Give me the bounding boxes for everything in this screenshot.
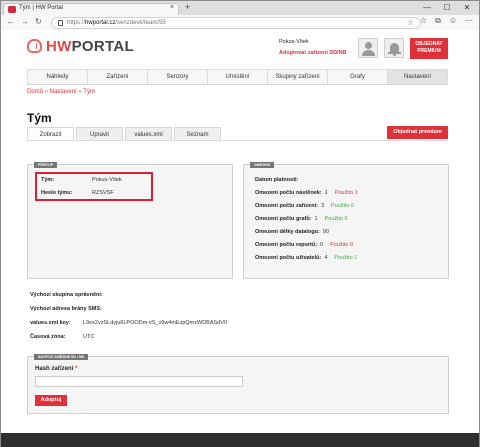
tab-seznam[interactable]: Seznam (174, 127, 221, 141)
valid-until-label: Datum platnosti: (255, 177, 299, 183)
timezone-label: Časová zóna: (30, 334, 66, 340)
tab-upravit[interactable]: Upravit (76, 127, 123, 141)
menu-item-skupiny-zarizeni[interactable]: Skupiny zařízení (268, 69, 328, 84)
minimize-icon[interactable]: — (417, 1, 437, 14)
menu-item-grafy[interactable]: Grafy (328, 69, 388, 84)
browser-chrome: Tým | HW Portal × + — ☐ ✕ ← → ↻ https://… (0, 0, 480, 31)
user-button[interactable] (358, 38, 378, 58)
browser-extras: ☆ ⧉ ☺ ⋯ (420, 16, 473, 26)
default-group-label: Výchozí skupina oprávnění: (30, 292, 103, 298)
tab-values-xml[interactable]: values.xml (125, 127, 172, 141)
forward-icon[interactable]: → (21, 17, 29, 26)
password-value: RZSVSF (92, 190, 114, 196)
subtabs-divider (27, 140, 447, 141)
tab-zobrazit[interactable]: Zobrazit (27, 127, 74, 141)
collections-icon[interactable]: ⧉ (435, 16, 441, 26)
adopt-device-panel: ADOPCE ZAŘÍZENÍ SD / NB Hash zařízení * … (27, 354, 449, 414)
favorite-star-icon[interactable]: ☆ (407, 18, 414, 27)
page-title: Tým (27, 111, 52, 125)
adopt-button[interactable]: Adoptuj (35, 395, 67, 406)
address-text: https://hwportal.cz/senzdevk/team/55 (67, 20, 166, 26)
panel-legend: ADOPCE ZAŘÍZENÍ SD / NB (34, 354, 88, 360)
notifications-button[interactable] (384, 38, 404, 58)
values-key-value: L9ex2vzSLdyju6LPOODm-vS_v9w4mEzpQmzWDBAS… (83, 320, 227, 326)
valid-until-row: Datum platnosti: (255, 177, 298, 183)
logo-text: HWPORTAL (46, 38, 134, 55)
page: HWPORTAL Pokus-Vítek Adoptovat zařízení … (0, 30, 480, 447)
brain-logo-icon (27, 39, 42, 53)
account-name: Pokus-Vítek (279, 39, 309, 45)
profile-icon[interactable]: ☺ (449, 16, 457, 26)
reload-icon[interactable]: ↻ (35, 17, 42, 26)
panel-legend: PŘÍSTUP (34, 162, 58, 168)
hash-input[interactable] (35, 376, 243, 387)
password-label: Heslo týmu: (41, 190, 73, 196)
hash-label: Hash zařízení * (35, 366, 78, 372)
browser-toolbar: ← → ↻ https://hwportal.cz/senzdevk/team/… (1, 15, 479, 31)
breadcrumb: Domů » Nastavení » Tým (27, 89, 95, 95)
premium-button[interactable]: Objednat premium (387, 126, 448, 139)
panel-legend: OMEZENÍ (250, 162, 274, 168)
breadcrumb-settings[interactable]: Nastavení (50, 89, 77, 95)
menu-item-zarizeni[interactable]: Zařízení (88, 69, 148, 84)
limit-row: Omezení počtu reportů: 0 Použito 0 (255, 242, 354, 248)
window-controls: — ☐ ✕ (417, 1, 477, 15)
sms-gateway-label: Výchozí adresa brány SMS: (30, 306, 102, 312)
maximize-icon[interactable]: ☐ (437, 1, 457, 14)
more-menu-icon[interactable]: ⋯ (465, 16, 473, 26)
order-premium-button[interactable]: OBJEDNAT PREMIUM (410, 38, 448, 59)
window-close-icon[interactable]: ✕ (457, 1, 477, 14)
limit-row: Omezení počtu nástěnek: 1 Použito 1 (255, 190, 358, 196)
menu-item-nahledy[interactable]: Náhledy (27, 69, 88, 84)
team-value: Pokus-Vítek (92, 177, 122, 183)
page-footer (1, 433, 479, 447)
tab-strip: Tým | HW Portal × + — ☐ ✕ (1, 1, 479, 15)
limits-panel: OMEZENÍ Datum platnosti: Omezení počtu n… (243, 162, 449, 279)
user-icon (365, 42, 372, 49)
breadcrumb-home[interactable]: Domů (27, 89, 43, 95)
limit-row: Omezení počtu uživatelů: 4 Použito 1 (255, 255, 358, 261)
adopt-device-link[interactable]: Adoptovat zařízení SD/NB (279, 50, 347, 56)
limit-row: Omezení délky datalogu: 90 (255, 229, 329, 235)
access-panel: PŘÍSTUP Tým: Pokus-Vítek Heslo týmu: RZS… (27, 162, 233, 279)
menu-item-nastaveni[interactable]: Nastavení (388, 69, 448, 84)
address-bar[interactable]: https://hwportal.cz/senzdevk/team/55 ☆ (51, 17, 421, 29)
favorites-icon[interactable]: ☆ (420, 16, 427, 26)
browser-tab[interactable]: Tým | HW Portal × (3, 3, 179, 15)
menu-item-senzory[interactable]: Senzory (148, 69, 208, 84)
subtabs: Zobrazit Upravit values.xml Seznam (27, 127, 223, 141)
values-key-label: values.xml key: (30, 320, 71, 326)
team-label: Tým: (41, 177, 55, 183)
limit-row: Omezení počtu grafů: 1 Použito 0 (255, 216, 348, 222)
main-menu: Náhledy Zařízení Senzory Umístění Skupin… (27, 69, 448, 85)
logo[interactable]: HWPORTAL (27, 38, 134, 56)
lock-icon (58, 20, 63, 26)
timezone-value: UTC (83, 334, 95, 340)
limit-row: Omezení počtu zařízení: 3 Použito 0 (255, 203, 354, 209)
tab-close-icon[interactable]: × (170, 4, 174, 11)
favicon-icon (8, 6, 16, 13)
required-mark: * (75, 366, 78, 372)
bell-icon (390, 43, 399, 52)
breadcrumb-current[interactable]: Tým (83, 89, 95, 95)
tab-title: Tým | HW Portal (19, 5, 63, 11)
new-tab-icon[interactable]: + (185, 2, 190, 12)
menu-item-umisteni[interactable]: Umístění (208, 69, 268, 84)
back-icon[interactable]: ← (7, 17, 15, 26)
account-info: Pokus-Vítek Adoptovat zařízení SD/NB (279, 39, 347, 56)
